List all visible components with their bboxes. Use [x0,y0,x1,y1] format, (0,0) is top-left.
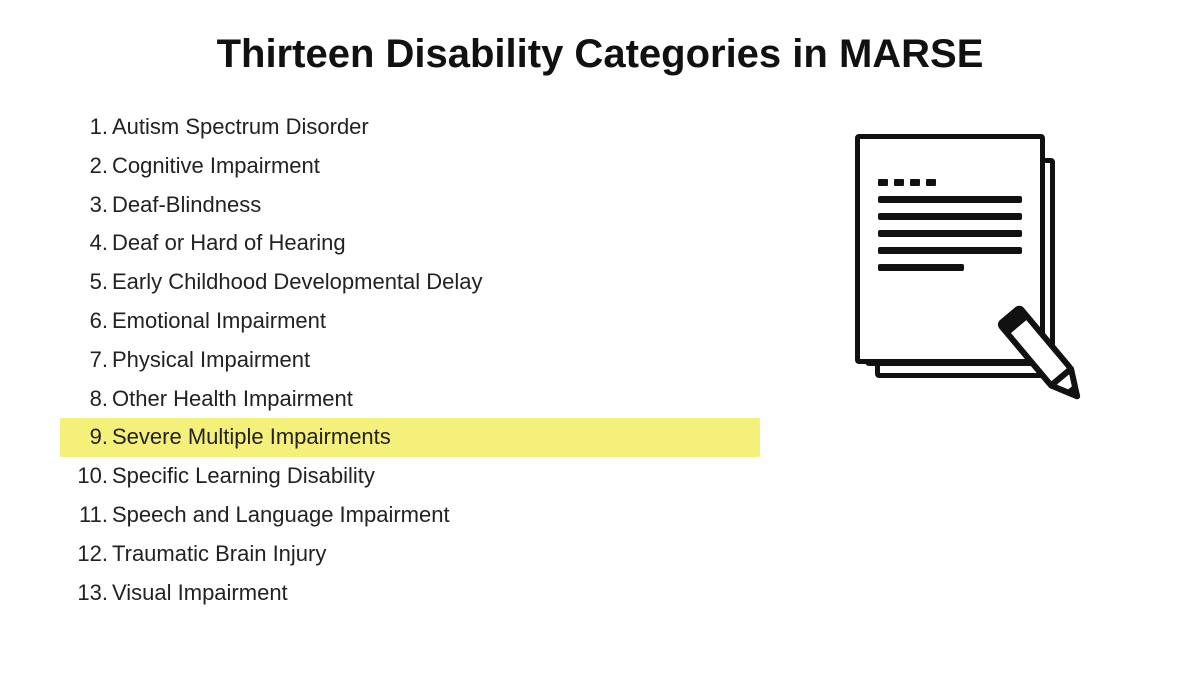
list-item: 5.Early Childhood Developmental Delay [60,263,760,302]
list-item: 1.Autism Spectrum Disorder [60,108,760,147]
list-item-number: 3. [64,190,112,221]
list-item-number: 5. [64,267,112,298]
list-item-text: Traumatic Brain Injury [112,539,326,570]
list-item-text: Cognitive Impairment [112,151,320,182]
list-item-text: Other Health Impairment [112,384,353,415]
list-item-text: Early Childhood Developmental Delay [112,267,483,298]
list-item-text: Speech and Language Impairment [112,500,450,531]
list-item-text: Deaf-Blindness [112,190,261,221]
document-icon [820,128,1120,448]
list-item-number: 12. [64,539,112,570]
list-item-text: Deaf or Hard of Hearing [112,228,346,259]
list-item-number: 4. [64,228,112,259]
doc-line-1 [878,196,1022,203]
list-item-text: Physical Impairment [112,345,310,376]
list-item-number: 10. [64,461,112,492]
list-item-number: 6. [64,306,112,337]
list-item: 3.Deaf-Blindness [60,186,760,225]
doc-dotted-line [878,179,1022,186]
doc-lines [878,179,1022,281]
list-item: 8.Other Health Impairment [60,380,760,419]
page-title: Thirteen Disability Categories in MARSE [60,30,1140,78]
list-item: 10.Specific Learning Disability [60,457,760,496]
icon-section [800,108,1140,448]
list-item-number: 9. [64,422,112,453]
list-item: 12.Traumatic Brain Injury [60,535,760,574]
list-item: 6.Emotional Impairment [60,302,760,341]
list-item-number: 2. [64,151,112,182]
list-item: 9.Severe Multiple Impairments [60,418,760,457]
list-section: 1.Autism Spectrum Disorder2.Cognitive Im… [60,108,800,612]
list-item: 11.Speech and Language Impairment [60,496,760,535]
doc-line-2 [878,213,1022,220]
list-item-number: 1. [64,112,112,143]
list-item-text: Severe Multiple Impairments [112,422,391,453]
list-item-number: 8. [64,384,112,415]
list-item-text: Specific Learning Disability [112,461,375,492]
doc-line-4 [878,247,1022,254]
list-item: 4.Deaf or Hard of Hearing [60,224,760,263]
list-item-number: 7. [64,345,112,376]
list-item: 13.Visual Impairment [60,574,760,613]
content-area: 1.Autism Spectrum Disorder2.Cognitive Im… [60,108,1140,670]
list-item: 2.Cognitive Impairment [60,147,760,186]
list-item-text: Autism Spectrum Disorder [112,112,369,143]
list-item-number: 13. [64,578,112,609]
pencil-icon [980,293,1110,428]
disability-list: 1.Autism Spectrum Disorder2.Cognitive Im… [60,108,760,612]
doc-line-5 [878,264,964,271]
doc-line-3 [878,230,1022,237]
list-item-text: Emotional Impairment [112,306,326,337]
list-item-text: Visual Impairment [112,578,288,609]
list-item: 7.Physical Impairment [60,341,760,380]
list-item-number: 11. [64,500,112,531]
page-container: Thirteen Disability Categories in MARSE … [0,0,1200,700]
